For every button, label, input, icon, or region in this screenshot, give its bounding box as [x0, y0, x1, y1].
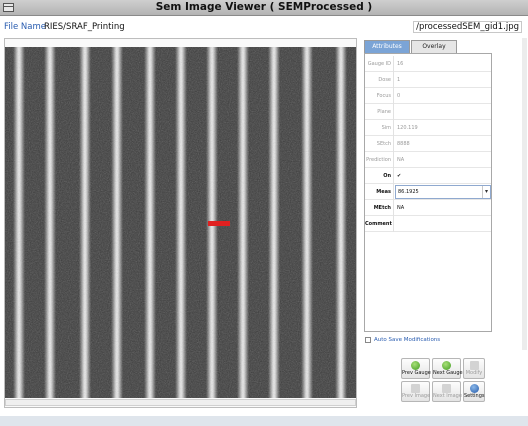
- modify-label: Modify: [465, 370, 483, 376]
- file-path-right[interactable]: /processedSEM_gid1.jpg: [413, 21, 522, 33]
- prev-gauge-label: Prev Gauge: [402, 370, 431, 376]
- attr-key: Focus: [365, 88, 394, 104]
- tab-attributes[interactable]: Attributes: [364, 40, 410, 53]
- attr-row-metch: MEtch NA: [365, 200, 491, 216]
- attr-row-dose: Dose 1: [365, 72, 491, 88]
- measurement-marker: [208, 221, 230, 226]
- next-gauge-button[interactable]: Next Gauge: [432, 358, 463, 379]
- arrow-right-icon: [442, 361, 451, 370]
- attr-key: Dose: [365, 72, 394, 88]
- auto-save-label: Auto Save Modifications: [374, 337, 441, 343]
- attr-row-comment: Comment: [365, 216, 491, 232]
- edit-icon: [469, 361, 479, 370]
- attr-key: Gauge ID: [365, 56, 394, 72]
- next-gauge-label: Next Gauge: [433, 370, 463, 376]
- attr-key: MEtch: [365, 200, 394, 216]
- arrow-right-icon: [442, 384, 451, 393]
- attr-row-sim: Sim 120.119: [365, 120, 491, 136]
- next-image-label: Next Image: [433, 393, 462, 399]
- prev-gauge-button[interactable]: Prev Gauge: [401, 358, 431, 379]
- attr-row-plane: Plane: [365, 104, 491, 120]
- prev-image-label: Prev Image: [402, 393, 431, 399]
- file-bar: File Name RIES/SRAF_Printing /processedS…: [0, 18, 528, 38]
- sem-image-canvas: [5, 47, 356, 398]
- on-checkbox[interactable]: ✔: [397, 168, 401, 184]
- attr-key: Sim: [365, 120, 394, 136]
- modify-button[interactable]: Modify: [463, 358, 485, 379]
- meas-combobox[interactable]: 86.1925 ▾: [395, 185, 491, 199]
- sem-image[interactable]: [5, 47, 356, 398]
- meas-value[interactable]: 86.1925: [398, 186, 419, 198]
- prev-image-button[interactable]: Prev Image: [401, 381, 430, 402]
- panel-vertical-scrollbar[interactable]: [522, 38, 527, 350]
- attr-row-gauge-id: Gauge ID 16: [365, 56, 491, 72]
- attributes-table: Gauge ID 16 Dose 1 Focus 0 Plane Sim 120…: [364, 53, 492, 332]
- attr-value: 8888: [397, 141, 410, 147]
- attr-row-prediction: Prediction NA: [365, 152, 491, 168]
- next-image-button[interactable]: Next Image: [432, 381, 462, 402]
- attr-row-setch: SEtch 8888: [365, 136, 491, 152]
- settings-label: Settings: [464, 393, 485, 399]
- file-name-label: File Name: [4, 22, 47, 32]
- attr-value: 120.119: [397, 125, 418, 131]
- attr-key: On: [365, 168, 394, 184]
- chevron-down-icon[interactable]: ▾: [482, 186, 490, 198]
- attr-value: 16: [397, 61, 404, 67]
- attr-value: 0: [397, 93, 401, 99]
- arrow-left-icon: [411, 384, 420, 393]
- tab-overlay-layout[interactable]: Overlay Layout: [411, 40, 457, 62]
- gear-icon: [469, 384, 479, 393]
- attr-value: 1: [397, 77, 401, 83]
- attr-value: NA: [397, 205, 405, 211]
- window-title: Sem Image Viewer ( SEMProcessed ): [155, 1, 373, 13]
- attr-row-meas: Meas 86.1925 ▾: [365, 184, 491, 200]
- arrow-left-icon: [411, 361, 420, 370]
- attr-row-focus: Focus 0: [365, 88, 491, 104]
- image-horizontal-scrollbar[interactable]: [5, 399, 356, 406]
- file-path-left[interactable]: RIES/SRAF_Printing: [44, 22, 125, 32]
- sem-image-viewer-window: Sem Image Viewer ( SEMProcessed ) File N…: [0, 0, 528, 426]
- auto-save-checkbox[interactable]: [365, 337, 371, 343]
- settings-button[interactable]: Settings: [463, 381, 485, 402]
- attr-key: Comment: [365, 216, 394, 232]
- attr-row-on: On ✔: [365, 168, 491, 184]
- attr-value: NA: [397, 157, 405, 163]
- attr-key: SEtch: [365, 136, 394, 152]
- attr-key: Prediction: [365, 152, 394, 168]
- attributes-panel: Attributes Overlay Layout Gauge ID 16 Do…: [362, 38, 524, 410]
- status-strip: [0, 416, 528, 426]
- attr-key: Plane: [365, 104, 394, 120]
- attr-key: Meas: [365, 184, 394, 200]
- title-bar: Sem Image Viewer ( SEMProcessed ): [0, 0, 528, 16]
